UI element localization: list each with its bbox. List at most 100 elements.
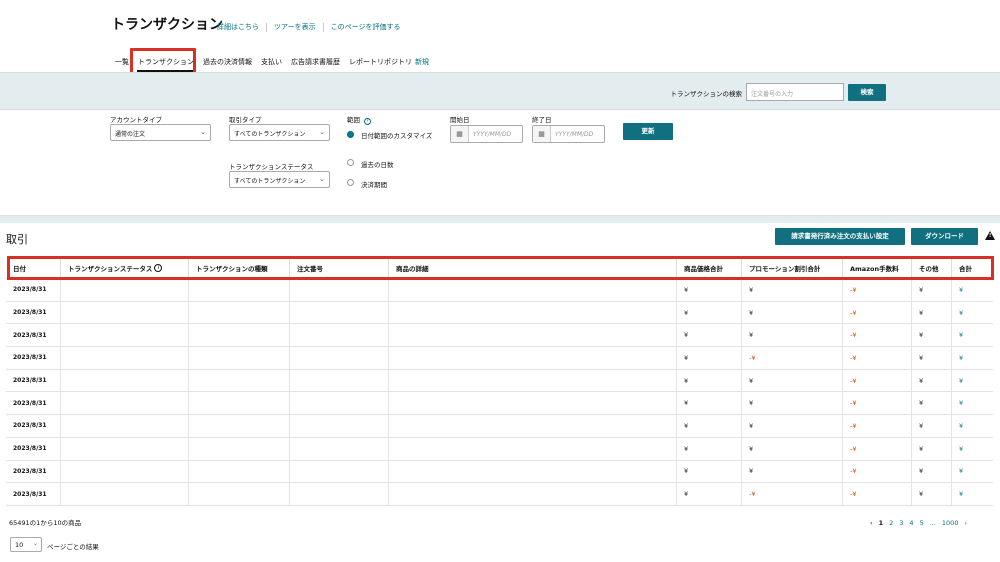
results-per-page-select[interactable]: 10 ⌄ — [10, 537, 42, 552]
cell-date: 2023/8/31 — [6, 392, 61, 415]
cell-amazon-fees: -¥ — [843, 460, 912, 483]
cell-date: 2023/8/31 — [6, 437, 61, 460]
header-links: 詳細はこちら ツアーを表示 このページを評価する — [217, 22, 400, 32]
cell-amazon-fees: -¥ — [843, 369, 912, 392]
cell-product-details — [389, 483, 677, 505]
cell-type — [189, 369, 290, 392]
cell-status — [61, 415, 189, 437]
date-placeholder: YYYY/MM/DD — [473, 130, 512, 138]
learn-more-link[interactable]: 詳細はこちら — [217, 22, 259, 32]
cell-product-details — [389, 392, 677, 415]
order-search-input[interactable]: 注文番号の入力 — [746, 83, 844, 101]
cell-amazon-fees: -¥ — [843, 415, 912, 437]
prev-page-button[interactable]: ‹ — [870, 519, 873, 527]
cell-status — [61, 460, 189, 483]
cell-order-number — [290, 460, 389, 483]
cell-promotion-total: ¥ — [742, 324, 843, 347]
cell-type — [189, 483, 290, 505]
radio-past-days[interactable]: 過去の日数 — [347, 159, 394, 169]
next-page-button[interactable]: › — [964, 519, 967, 527]
table-row: 2023/8/31 ¥ ¥ -¥ ¥ ¥ — [6, 392, 993, 416]
new-badge: 新規 — [415, 58, 429, 66]
table-row: 2023/8/31 ¥ ¥ -¥ ¥ ¥ — [6, 369, 993, 393]
pagination: ‹ 1 2 3 4 5... 1000 › — [870, 519, 973, 527]
search-bar: トランザクションの検索 注文番号の入力 検索 — [0, 72, 1000, 110]
help-icon[interactable]: ? — [364, 118, 371, 125]
transaction-status-label: トランザクションステータス — [229, 163, 314, 171]
table-body: 2023/8/31 ¥ ¥ -¥ ¥ ¥2023/8/31 ¥ ¥ -¥ ¥ ¥2023/8/31 ¥… — [6, 279, 993, 506]
tab-payments[interactable]: 支払い — [260, 57, 283, 72]
page-link[interactable]: 3 — [899, 519, 903, 527]
radio-custom-date-range[interactable]: 日付範囲のカスタマイズ — [347, 131, 437, 141]
rate-page-link[interactable]: このページを評価する — [331, 22, 401, 32]
cell-promotion-total: ¥ — [742, 437, 843, 460]
cell-product-total: ¥ — [677, 415, 742, 437]
start-date-input[interactable]: ▦ YYYY/MM/DD — [450, 125, 523, 143]
page-link[interactable]: 5 — [920, 519, 924, 527]
table-row: 2023/8/31 ¥ ¥ -¥ ¥ ¥ — [6, 279, 993, 302]
cell-product-total: ¥ — [677, 437, 742, 460]
cell-date: 2023/8/31 — [6, 279, 61, 301]
divider — [322, 22, 324, 32]
cell-product-details — [389, 347, 677, 369]
cell-product-total: ¥ — [677, 324, 742, 347]
cell-status — [61, 437, 189, 460]
calendar-icon[interactable]: ▦ — [533, 126, 551, 142]
page-link[interactable]: 1000 — [942, 519, 959, 527]
transaction-status-select[interactable]: すべてのトランザクション ⌄ — [229, 171, 330, 188]
cell-product-total: ¥ — [677, 483, 742, 505]
tab-report-repository[interactable]: レポートリポジトリ 新規 — [348, 57, 430, 72]
cell-product-details — [389, 415, 677, 437]
cell-total: ¥ — [959, 376, 964, 385]
download-button[interactable]: ダウンロード — [911, 228, 978, 245]
cell-date: 2023/8/31 — [6, 324, 61, 347]
cell-promotion-total: -¥ — [742, 347, 843, 369]
cell-type — [189, 460, 290, 483]
filter-panel: アカウントタイプ 通常の注文 ⌄ 取引タイプ すべてのトランザクション ⌄ トラ… — [0, 110, 1000, 216]
cell-order-number — [290, 415, 389, 437]
cell-promotion-total: ¥ — [742, 460, 843, 483]
cell-other: ¥ — [912, 460, 952, 483]
page-header: トランザクション 詳細はこちら ツアーを表示 このページを評価する 一覧 トラン… — [0, 0, 1000, 75]
end-date-input[interactable]: ▦ YYYY/MM/DD — [532, 125, 605, 143]
cell-other: ¥ — [912, 483, 952, 505]
cell-date: 2023/8/31 — [6, 301, 61, 324]
cell-other: ¥ — [912, 347, 952, 369]
cell-promotion-total: ¥ — [742, 369, 843, 392]
cell-total: ¥ — [959, 399, 964, 408]
cell-amazon-fees: -¥ — [843, 324, 912, 347]
transactions-table: 日付 トランザクションステータス i トランザクションの種類 注文番号 商品の詳細… — [6, 257, 993, 506]
show-tour-link[interactable]: ツアーを表示 — [274, 22, 316, 32]
page-title: トランザクション — [111, 17, 223, 33]
cell-amazon-fees: -¥ — [843, 301, 912, 324]
warning-icon[interactable] — [985, 231, 995, 240]
cell-type — [189, 347, 290, 369]
cell-status — [61, 483, 189, 505]
search-button[interactable]: 検索 — [848, 84, 886, 101]
page-link[interactable]: 1 — [879, 519, 884, 527]
tab-past-settlements[interactable]: 過去の決済情報 — [202, 57, 253, 72]
cell-product-total: ¥ — [677, 301, 742, 324]
table-row: 2023/8/31 ¥ ¥ -¥ ¥ ¥ — [6, 437, 993, 461]
cell-product-details — [389, 369, 677, 392]
update-button[interactable]: 更新 — [623, 123, 673, 140]
radio-icon — [347, 179, 354, 186]
range-label: 範囲? — [347, 114, 371, 125]
cell-promotion-total: ¥ — [742, 392, 843, 415]
start-date-label: 開始日 — [450, 116, 470, 124]
tab-ad-invoice-history[interactable]: 広告請求書履歴 — [290, 57, 341, 72]
pagination-ellipsis: ... — [929, 519, 936, 527]
invoiced-order-payment-settings-button[interactable]: 請求書発行済み注文の支払い設定 — [775, 228, 905, 245]
page-link[interactable]: 2 — [889, 519, 893, 527]
radio-settlement-period[interactable]: 決済期間 — [347, 179, 387, 189]
chevron-down-icon: ⌄ — [32, 540, 38, 547]
page-link[interactable]: 4 — [909, 519, 913, 527]
radio-label: 日付範囲のカスタマイズ — [361, 132, 433, 140]
transaction-type-select[interactable]: すべてのトランザクション ⌄ — [229, 124, 330, 141]
account-type-select[interactable]: 通常の注文 ⌄ — [110, 124, 211, 141]
cell-status — [61, 347, 189, 369]
tab-summary[interactable]: 一覧 — [114, 57, 130, 72]
calendar-icon[interactable]: ▦ — [451, 126, 469, 142]
cell-other: ¥ — [912, 324, 952, 347]
cell-amazon-fees: -¥ — [843, 392, 912, 415]
